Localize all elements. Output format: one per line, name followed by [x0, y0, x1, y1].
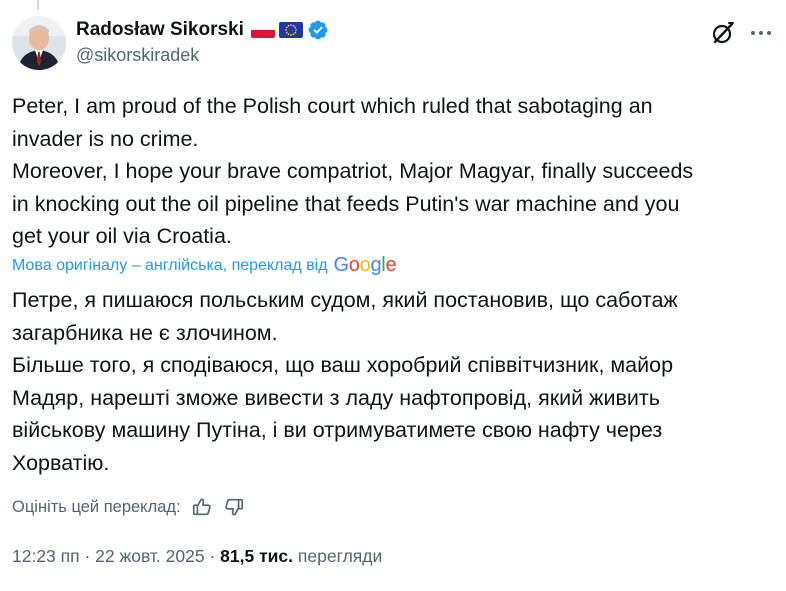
- google-logo: Google: [334, 254, 397, 277]
- author-display-name[interactable]: Radosław Sikorski: [76, 19, 244, 41]
- avatar[interactable]: [12, 16, 66, 70]
- poland-flag-icon: [250, 22, 275, 38]
- thumbs-down-icon[interactable]: [223, 496, 245, 518]
- meta-separator: ·: [79, 546, 96, 566]
- tweet-text: Peter, I am proud of the Polish court wh…: [12, 94, 694, 248]
- tweet-date[interactable]: 22 жовт. 2025: [95, 546, 204, 567]
- tweet-header: Radosław Sikorski @sikorskiradek: [12, 14, 774, 74]
- tweet-meta: 12:23 пп · 22 жовт. 2025 · 81,5 тис. пер…: [12, 546, 382, 567]
- google-logo-letter: e: [385, 254, 397, 276]
- meta-separator: ·: [204, 546, 221, 566]
- google-logo-letter: o: [359, 254, 371, 276]
- rate-translation-row: Оцініть цей переклад:: [12, 496, 245, 518]
- tweet-time[interactable]: 12:23 пп: [12, 546, 80, 567]
- thumbs-up-icon[interactable]: [191, 496, 213, 518]
- grok-icon[interactable]: [710, 20, 736, 46]
- more-options-icon[interactable]: [748, 20, 774, 46]
- translated-text: Петре, я пишаюся польським судом, який п…: [12, 288, 678, 475]
- author-handle[interactable]: @sikorskiradek: [76, 45, 329, 66]
- google-logo-letter: o: [348, 254, 360, 276]
- google-logo-letter: g: [370, 254, 382, 276]
- eu-flag-icon: [278, 22, 303, 38]
- translation-label: Мова оригіналу – англійська, переклад ві…: [12, 256, 328, 274]
- views-label: перегляди: [297, 546, 383, 566]
- google-logo-letter: G: [333, 254, 350, 276]
- views-count: 81,5 тис.: [220, 546, 294, 566]
- translation-attribution[interactable]: Мова оригіналу – англійська, переклад ві…: [12, 254, 397, 277]
- verified-badge-icon[interactable]: [307, 19, 329, 41]
- avatar-image: [12, 16, 66, 70]
- rate-translation-label: Оцініть цей переклад:: [12, 497, 181, 516]
- thread-connector-line: [37, 0, 39, 10]
